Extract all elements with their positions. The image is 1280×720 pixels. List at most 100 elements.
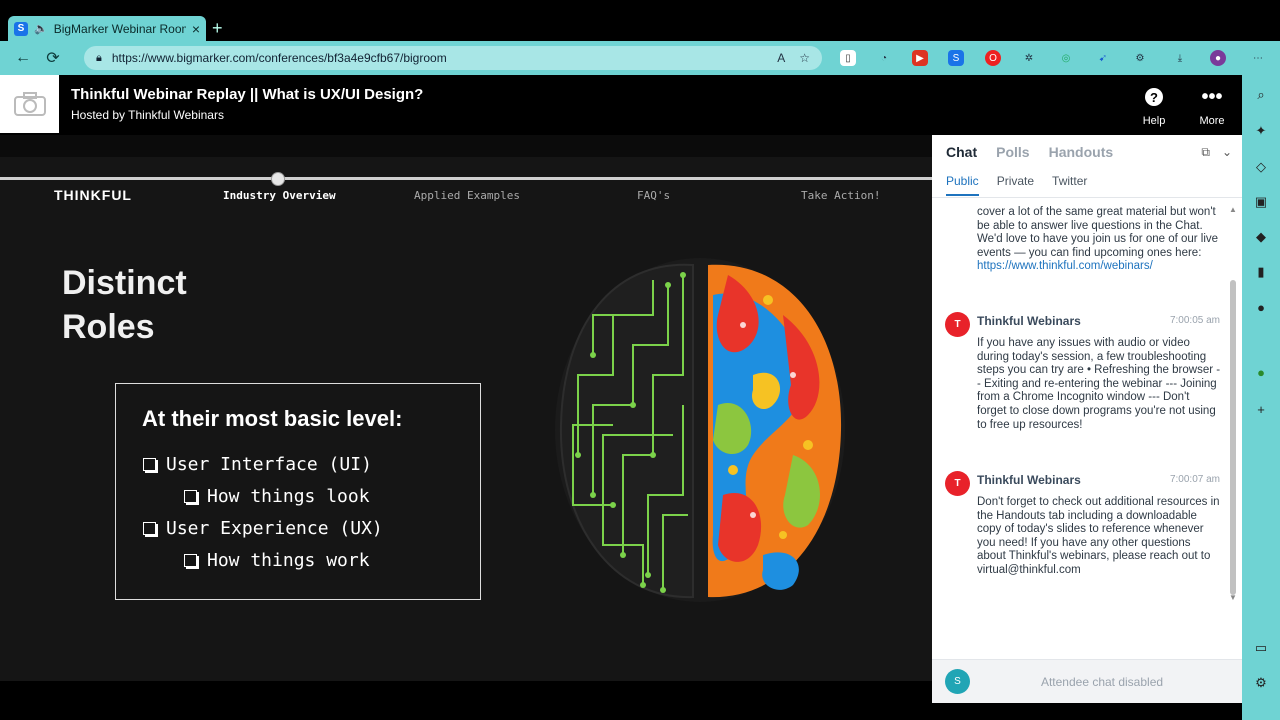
message-time: 7:00:07 am	[1169, 474, 1220, 485]
slide-nav-industry-overview: Industry Overview	[223, 189, 336, 202]
profile-avatar-icon[interactable]: ●	[1210, 50, 1226, 66]
tag-icon[interactable]: ◇	[1253, 159, 1269, 175]
presentation-slide: THINKFUL Industry Overview Applied Examp…	[0, 135, 932, 681]
extension-red-icon[interactable]: ▶	[912, 50, 928, 66]
slide-nav-take-action: Take Action!	[801, 189, 881, 202]
checkbox-icon	[143, 458, 156, 471]
camera-icon[interactable]	[0, 75, 59, 133]
scroll-down-icon[interactable]: ▼	[1229, 593, 1237, 602]
chat-message-text: If you have any issues with audio or vid…	[977, 337, 1221, 431]
subtab-private[interactable]: Private	[997, 174, 1034, 196]
help-label: Help	[1142, 115, 1166, 127]
layout-icon[interactable]: ▭	[1253, 640, 1269, 656]
help-button[interactable]: ? Help	[1134, 85, 1174, 127]
brain-illustration	[555, 258, 845, 602]
close-tab-icon[interactable]: ×	[192, 21, 200, 37]
office-icon[interactable]: ▮	[1253, 264, 1269, 280]
chat-footer: S Attendee chat disabled	[932, 659, 1242, 703]
avatar: T	[945, 312, 970, 337]
chat-subtabs: Public Private Twitter	[946, 174, 1087, 196]
tab-handouts[interactable]: Handouts	[1049, 144, 1114, 160]
slide-nav-faqs: FAQ's	[637, 189, 671, 202]
menu-dots-icon[interactable]: ⋯	[1250, 50, 1266, 66]
subtab-twitter[interactable]: Twitter	[1052, 174, 1087, 196]
download-icon[interactable]: ⤓	[1172, 50, 1188, 66]
more-dots-icon: •••	[1201, 85, 1223, 108]
bigmarker-favicon-icon: S	[14, 21, 28, 36]
extension-green-icon[interactable]: ◎	[1058, 50, 1074, 66]
checkbox-icon	[184, 554, 197, 567]
briefcase-icon[interactable]: ▣	[1253, 194, 1269, 210]
tab-title: BigMarker Webinar Room	[53, 21, 186, 36]
subtab-public[interactable]: Public	[946, 174, 979, 196]
sparkle-icon[interactable]: ✦	[1253, 123, 1269, 139]
history-icon[interactable]: ◔	[876, 50, 892, 66]
game-icon[interactable]: ◆	[1253, 229, 1269, 245]
extension-blue-icon[interactable]: S	[948, 50, 964, 66]
new-tab-button[interactable]: +	[212, 18, 223, 39]
extension-p-icon[interactable]: ●	[1253, 365, 1269, 381]
back-icon[interactable]: ←	[8, 49, 38, 67]
chat-message-text: Don't forget to check out additional res…	[977, 496, 1220, 576]
chat-message-text: cover a lot of the same great material b…	[977, 206, 1219, 273]
avatar: T	[945, 471, 970, 496]
chat-tabs: Chat Polls Handouts	[946, 144, 1113, 160]
favorite-icon[interactable]: ☆	[799, 51, 810, 65]
extensions-icon[interactable]: ⚙	[1132, 50, 1148, 66]
url-field[interactable]: 🔒︎ https://www.bigmarker.com/conferences…	[84, 46, 822, 70]
webinar-title: Thinkful Webinar Replay || What is UX/UI…	[71, 86, 424, 103]
refresh-icon[interactable]: ⟳	[38, 48, 68, 68]
tab-chat[interactable]: Chat	[946, 144, 977, 160]
chat-message-list[interactable]: cover a lot of the same great material b…	[932, 198, 1228, 603]
slide-progress-knob	[271, 172, 285, 186]
extension-arrow-icon[interactable]: ➹	[1095, 50, 1111, 66]
speaker-icon[interactable]: 🔈	[34, 22, 48, 35]
address-bar-row: ← ⟳ 🔒︎ https://www.bigmarker.com/confere…	[0, 41, 1280, 75]
scroll-thumb[interactable]	[1230, 280, 1236, 595]
settings-icon[interactable]: ⚙	[1253, 675, 1269, 691]
box-title: At their most basic level:	[142, 406, 403, 431]
roles-box: At their most basic level: User Interfac…	[115, 383, 481, 600]
heading-line-1: Distinct	[62, 264, 187, 302]
extension-icon[interactable]: ▯	[840, 50, 856, 66]
popout-icon[interactable]: ⧉	[1201, 145, 1210, 160]
opera-icon[interactable]: O	[985, 50, 1001, 66]
bullet-item: How things work	[184, 550, 370, 571]
webinars-link[interactable]: https://www.thinkful.com/webinars/	[977, 260, 1153, 272]
chat-scrollbar[interactable]: ▲ ▼	[1228, 205, 1238, 605]
lock-icon: 🔒︎	[96, 51, 102, 64]
bullet-item: How things look	[184, 486, 370, 507]
browser-tab-bar: S 🔈 BigMarker Webinar Room × +	[0, 0, 1280, 41]
bullet-item: User Interface (UI)	[143, 454, 372, 475]
browser-tab[interactable]: S 🔈 BigMarker Webinar Room ×	[8, 16, 206, 41]
more-button[interactable]: ••• More	[1192, 85, 1232, 128]
chevron-down-icon[interactable]: ⌄	[1222, 145, 1232, 160]
bullet-item: User Experience (UX)	[143, 518, 383, 539]
chat-panel: Chat Polls Handouts ⧉ ⌄ Public Private T…	[932, 135, 1242, 703]
tab-polls[interactable]: Polls	[996, 144, 1029, 160]
extension-bug-icon[interactable]: ✲	[1021, 50, 1037, 66]
outlook-icon[interactable]: ●	[1253, 300, 1269, 316]
webinar-host: Hosted by Thinkful Webinars	[71, 108, 224, 122]
slide-top-band	[0, 135, 932, 157]
slide-progress-track	[0, 177, 932, 180]
add-icon[interactable]: +	[1253, 402, 1269, 418]
message-time: 7:00:05 am	[1169, 315, 1220, 326]
message-author: Thinkful Webinars	[977, 314, 1081, 328]
thinkful-logo: THINKFUL	[54, 187, 132, 203]
message-author: Thinkful Webinars	[977, 473, 1081, 487]
scroll-up-icon[interactable]: ▲	[1229, 205, 1237, 214]
webinar-header: Thinkful Webinar Replay || What is UX/UI…	[0, 75, 1242, 135]
browser-sidebar: ⌕ ✦ ◇ ▣ ◆ ▮ ● ● + ▭ ⚙	[1242, 75, 1280, 720]
slide-nav-applied-examples: Applied Examples	[414, 189, 520, 202]
url-text: https://www.bigmarker.com/conferences/bf…	[111, 51, 447, 65]
search-icon[interactable]: ⌕	[1253, 87, 1269, 103]
checkbox-icon	[143, 522, 156, 535]
chat-panel-controls: ⧉ ⌄	[1201, 145, 1232, 160]
slide-heading: Distinct Roles	[62, 261, 187, 349]
checkbox-icon	[184, 490, 197, 503]
read-aloud-icon[interactable]: A	[777, 51, 785, 65]
heading-line-2: Roles	[62, 308, 155, 346]
more-label: More	[1199, 115, 1225, 127]
chat-disabled-notice: Attendee chat disabled	[1040, 675, 1164, 689]
